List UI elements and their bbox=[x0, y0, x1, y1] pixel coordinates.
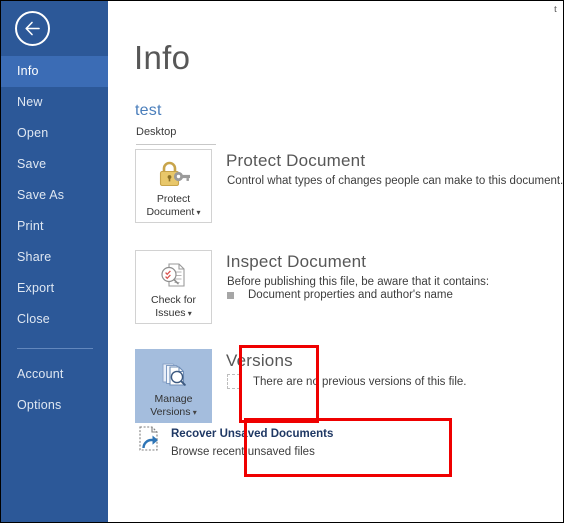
sidebar-item-label: New bbox=[17, 95, 43, 109]
document-dashed-bullet-icon bbox=[227, 374, 240, 389]
protect-document-button[interactable]: Protect Document ▾ bbox=[135, 149, 212, 223]
recover-document-icon bbox=[135, 423, 165, 455]
recover-subtitle: Browse recent unsaved files bbox=[171, 446, 315, 458]
back-button[interactable] bbox=[15, 11, 50, 46]
versions-title: Versions bbox=[226, 351, 293, 370]
versions-stack-icon bbox=[158, 358, 190, 390]
recover-unsaved-documents-link[interactable]: Recover Unsaved Documents Browse recent … bbox=[135, 423, 333, 460]
inspect-document-title: Inspect Document bbox=[226, 252, 367, 271]
sidebar-item-label: Options bbox=[17, 398, 62, 412]
sidebar-item-account[interactable]: Account bbox=[1, 359, 108, 390]
backstage-sidebar: Info New Open Save Save As Print Share E… bbox=[1, 1, 108, 522]
sidebar-item-label: Close bbox=[17, 312, 50, 326]
document-header-divider bbox=[136, 144, 216, 145]
recover-title: Recover Unsaved Documents bbox=[171, 428, 334, 440]
chevron-down-icon: ▾ bbox=[194, 208, 201, 217]
sidebar-item-label: Save As bbox=[17, 188, 65, 202]
recover-text-block: Recover Unsaved Documents Browse recent … bbox=[171, 423, 333, 460]
protect-document-description: Control what types of changes people can… bbox=[227, 175, 564, 187]
document-location: Desktop bbox=[136, 126, 177, 138]
inspect-document-description: Before publishing this file, be aware th… bbox=[227, 276, 490, 288]
sidebar-item-options[interactable]: Options bbox=[1, 390, 108, 421]
sidebar-item-info[interactable]: Info bbox=[1, 56, 108, 87]
sidebar-item-new[interactable]: New bbox=[1, 87, 108, 118]
document-inspect-icon bbox=[158, 259, 190, 291]
document-name[interactable]: test bbox=[135, 102, 162, 120]
sidebar-nav-list: Info New Open Save Save As Print Share E… bbox=[1, 56, 108, 335]
backstage-main-pane: t Info test Desktop Protect Document ▾ P… bbox=[108, 1, 563, 522]
protect-document-title: Protect Document bbox=[226, 151, 366, 170]
sidebar-item-save-as[interactable]: Save As bbox=[1, 180, 108, 211]
versions-bullet-text: There are no previous versions of this f… bbox=[253, 375, 467, 388]
sidebar-divider bbox=[17, 348, 93, 349]
sidebar-item-label: Open bbox=[17, 126, 49, 140]
sidebar-item-label: Save bbox=[17, 157, 47, 171]
word-backstage-window: Info New Open Save Save As Print Share E… bbox=[0, 0, 564, 523]
corner-glyph: t bbox=[553, 3, 557, 15]
versions-bullet: There are no previous versions of this f… bbox=[227, 374, 467, 389]
sidebar-nav-list-lower: Account Options bbox=[1, 359, 108, 421]
sidebar-item-share[interactable]: Share bbox=[1, 242, 108, 273]
square-bullet-icon bbox=[227, 291, 234, 299]
inspect-document-bullet-text: Document properties and author's name bbox=[248, 289, 453, 301]
arrow-left-icon bbox=[25, 21, 40, 36]
manage-versions-button[interactable]: Manage Versions ▾ bbox=[135, 349, 212, 423]
chevron-down-icon: ▾ bbox=[190, 408, 197, 417]
sidebar-item-save[interactable]: Save bbox=[1, 149, 108, 180]
lock-key-icon bbox=[157, 158, 191, 190]
sidebar-item-close[interactable]: Close bbox=[1, 304, 108, 335]
sidebar-item-print[interactable]: Print bbox=[1, 211, 108, 242]
sidebar-item-open[interactable]: Open bbox=[1, 118, 108, 149]
sidebar-item-label: Account bbox=[17, 367, 64, 381]
sidebar-item-label: Share bbox=[17, 250, 52, 264]
chevron-down-icon: ▾ bbox=[185, 309, 192, 318]
sidebar-item-label: Export bbox=[17, 281, 55, 295]
page-title: Info bbox=[134, 39, 191, 76]
check-for-issues-button[interactable]: Check for Issues ▾ bbox=[135, 250, 212, 324]
sidebar-item-label: Print bbox=[17, 219, 44, 233]
sidebar-item-export[interactable]: Export bbox=[1, 273, 108, 304]
inspect-document-bullet: Document properties and author's name bbox=[227, 289, 453, 301]
check-for-issues-button-label: Check for Issues ▾ bbox=[151, 294, 196, 319]
sidebar-item-label: Info bbox=[17, 64, 39, 78]
protect-document-button-label: Protect Document ▾ bbox=[146, 193, 201, 218]
manage-versions-button-label: Manage Versions ▾ bbox=[150, 393, 197, 418]
